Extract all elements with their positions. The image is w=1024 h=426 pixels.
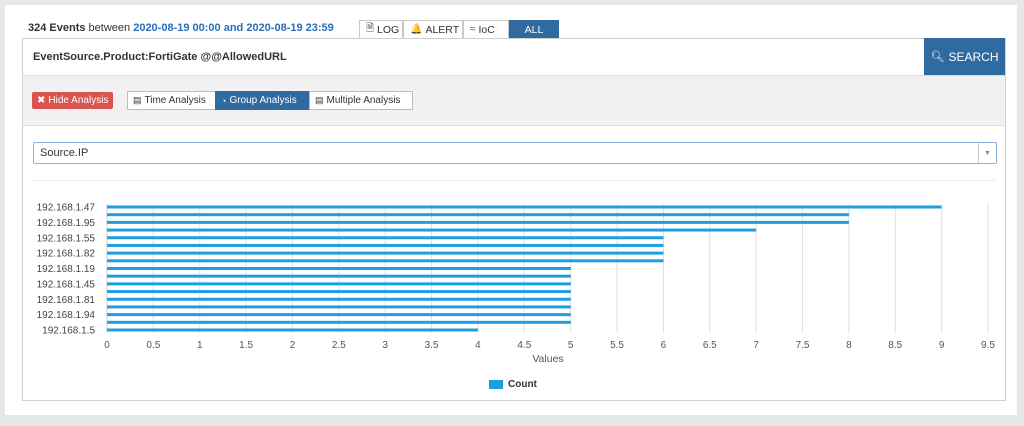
x-tick-label: 9.5 bbox=[981, 340, 995, 351]
bar bbox=[107, 290, 571, 294]
bar bbox=[107, 297, 571, 301]
x-tick-label: 4.5 bbox=[517, 340, 531, 351]
y-tick-label: 192.168.1.45 bbox=[37, 279, 96, 290]
bar bbox=[107, 328, 478, 332]
x-tick-label: 1 bbox=[197, 340, 203, 351]
x-tick-label: 1.5 bbox=[239, 340, 253, 351]
y-tick-label: 192.168.1.81 bbox=[37, 295, 96, 306]
bar bbox=[107, 274, 571, 278]
x-tick-label: 4 bbox=[475, 340, 481, 351]
bar bbox=[107, 205, 942, 209]
x-tick-label: 7 bbox=[753, 340, 759, 351]
legend-label: Count bbox=[508, 379, 537, 390]
x-tick-label: 2 bbox=[290, 340, 296, 351]
x-tick-label: 0.5 bbox=[146, 340, 160, 351]
x-tick-label: 6 bbox=[661, 340, 667, 351]
x-axis-label: Values bbox=[532, 353, 563, 365]
x-tick-label: 6.5 bbox=[703, 340, 717, 351]
bar bbox=[107, 320, 571, 324]
bar bbox=[107, 228, 757, 232]
x-tick-label: 5 bbox=[568, 340, 574, 351]
legend-swatch bbox=[489, 380, 503, 389]
group-bar-chart: 0 0.5 1 1.5 2 2.5 3 3.5 4 4.5 5 5.5 6 6.5 7 7.5 8 8.5 9 9.5… bbox=[37, 203, 996, 366]
y-tick-label: 192.168.1.95 bbox=[37, 218, 96, 229]
x-tick-label: 5.5 bbox=[610, 340, 624, 351]
bar bbox=[107, 220, 849, 224]
x-tick-label: 9 bbox=[939, 340, 945, 351]
bar bbox=[107, 251, 664, 255]
y-tick-label: 192.168.1.5 bbox=[42, 326, 95, 337]
bar bbox=[107, 259, 664, 263]
y-tick-label: 192.168.1.55 bbox=[37, 233, 96, 244]
bar bbox=[107, 267, 571, 270]
chart-legend[interactable]: Count bbox=[489, 379, 537, 390]
y-tick-label: 192.168.1.47 bbox=[37, 203, 96, 214]
x-tick-label: 2.5 bbox=[332, 340, 346, 351]
bar bbox=[107, 313, 571, 317]
bar bbox=[107, 236, 664, 240]
x-tick-label: 7.5 bbox=[796, 340, 810, 351]
y-tick-label: 192.168.1.19 bbox=[37, 264, 96, 275]
x-tick-label: 3.5 bbox=[425, 340, 439, 351]
y-tick-label: 192.168.1.82 bbox=[37, 249, 96, 260]
bar bbox=[107, 213, 849, 217]
bar bbox=[107, 305, 571, 309]
x-tick-label: 8 bbox=[846, 340, 852, 351]
bar bbox=[107, 282, 571, 286]
x-tick-label: 0 bbox=[104, 340, 110, 351]
y-tick-label: 192.168.1.94 bbox=[37, 310, 96, 321]
bar bbox=[107, 243, 664, 247]
x-tick-label: 3 bbox=[382, 340, 388, 351]
x-tick-label: 8.5 bbox=[888, 340, 902, 351]
